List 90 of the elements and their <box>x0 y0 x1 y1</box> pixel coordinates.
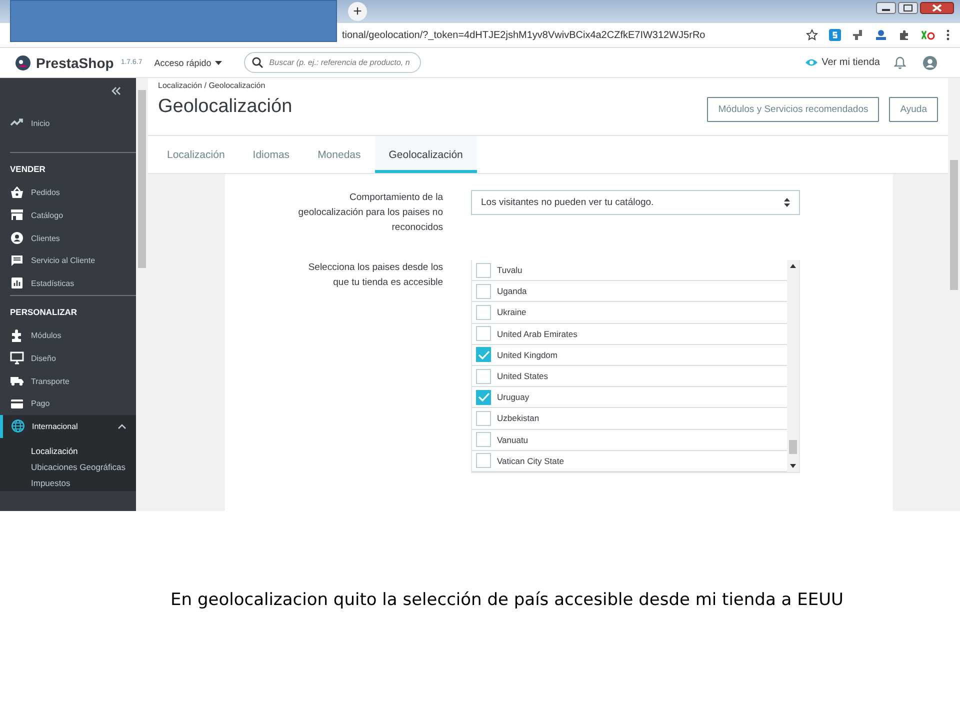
scrollbar-thumb[interactable] <box>138 90 146 268</box>
section-heading: VENDER <box>9 162 46 176</box>
tab[interactable]: Geolocalización <box>374 136 477 173</box>
tab[interactable]: Idiomas <box>238 136 304 173</box>
globe-icon[interactable] <box>11 419 25 434</box>
tab[interactable]: Monedas <box>304 136 375 173</box>
tab[interactable]: Localización <box>153 136 239 173</box>
chevron-icon[interactable] <box>118 424 126 429</box>
sort-caret-icon[interactable] <box>784 198 790 207</box>
bar-chart-icon[interactable] <box>10 276 24 290</box>
card-icon[interactable] <box>10 396 24 411</box>
nav-item[interactable]: Pedidos <box>0 182 136 204</box>
extension-icon[interactable] <box>875 29 887 41</box>
checkbox[interactable] <box>476 368 491 384</box>
url-text[interactable]: tional/geolocation/?_token=4dHTJE2jshM1yv8VwivBCix4a2CZfkE7IW312WJ5rRo <box>342 30 806 40</box>
field-label: Comportamiento de la geolocalización para los paises no reconocidos <box>297 191 443 235</box>
puzzle-icon[interactable] <box>898 29 910 41</box>
view-store-link[interactable]: Ver mi tienda <box>804 57 880 68</box>
submenu-item[interactable]: Localización <box>0 442 136 459</box>
checkbox[interactable] <box>476 304 491 320</box>
logo-text: PrestaShop <box>36 54 114 70</box>
checkbox[interactable] <box>476 347 491 362</box>
scrollbar[interactable] <box>787 260 799 472</box>
toolbar-button[interactable]: Ayuda <box>889 97 938 122</box>
toolbar-button[interactable]: Módulos y Servicios recomendados <box>707 97 880 122</box>
checkbox[interactable] <box>476 284 491 299</box>
section-heading: PERSONALIZAR <box>9 306 78 319</box>
scrollbar-thumb[interactable] <box>950 160 958 290</box>
country-option[interactable]: Vatican City State <box>472 450 787 472</box>
store-icon[interactable] <box>10 208 24 222</box>
puzzle-icon[interactable] <box>10 328 24 343</box>
close-icon[interactable] <box>920 2 954 14</box>
logo-icon[interactable] <box>15 54 31 70</box>
nav-item[interactable]: Diseño <box>0 347 136 370</box>
checkbox[interactable] <box>476 390 491 405</box>
caption-text: En geolocalizacion quito la selección de país accesible desde mi tienda a EEUU <box>170 590 844 612</box>
bell-icon[interactable] <box>894 56 906 69</box>
country-option[interactable]: Uruguay <box>472 387 787 408</box>
nav-item[interactable]: Pago <box>0 392 136 415</box>
maximize-icon[interactable] <box>898 2 918 14</box>
extension-icon[interactable] <box>852 29 864 41</box>
scrollbar[interactable] <box>948 78 960 511</box>
quick-access-menu[interactable]: Acceso rápido <box>152 56 224 70</box>
nav-item[interactable]: Inicio <box>0 112 136 135</box>
field-label: Selecciona los paises desde los que tu tienda es accesible <box>307 261 443 290</box>
nav-item[interactable]: Catálogo <box>0 204 136 227</box>
star-icon[interactable] <box>806 29 818 41</box>
submenu-item[interactable]: Ubicaciones Geográficas <box>0 458 136 475</box>
nav-item[interactable]: Internacional <box>0 414 136 438</box>
page-title: Geolocalización <box>158 96 292 118</box>
arrow-up-icon[interactable] <box>790 264 796 268</box>
truck-icon[interactable] <box>10 374 24 388</box>
behavior-select[interactable]: Los visitantes no pueden ver tu catálogo. <box>471 190 800 215</box>
collapse-icon[interactable] <box>111 87 121 95</box>
extension-icon[interactable] <box>829 29 841 41</box>
country-option[interactable]: Tuvalu <box>472 260 787 282</box>
nav-item[interactable]: Módulos <box>0 324 136 348</box>
search-field[interactable]: Buscar (p. ej.: referencia de producto, n <box>244 52 422 73</box>
checkbox[interactable] <box>476 453 491 468</box>
menu-icon[interactable] <box>946 29 950 41</box>
scrollbar[interactable] <box>136 78 148 511</box>
new-tab-button[interactable]: + <box>348 2 367 21</box>
checkbox[interactable] <box>476 432 491 448</box>
account-icon[interactable] <box>923 56 937 70</box>
nav-item[interactable]: Transporte <box>0 370 136 392</box>
minimize-icon[interactable] <box>876 2 896 14</box>
country-option[interactable]: Ukraine <box>472 302 787 324</box>
nav-item[interactable]: Servicio al Cliente <box>0 249 136 272</box>
breadcrumb[interactable]: Localización / Geolocalización <box>158 81 292 90</box>
country-option[interactable]: Uganda <box>472 281 787 302</box>
checkbox[interactable] <box>476 410 491 426</box>
nav-item[interactable]: Clientes <box>0 226 136 250</box>
caret-icon[interactable] <box>215 60 222 64</box>
basket-icon[interactable] <box>10 186 24 200</box>
checkbox[interactable] <box>476 262 491 278</box>
checkbox[interactable] <box>476 326 491 342</box>
country-option[interactable]: United States <box>472 366 787 388</box>
country-option[interactable]: United Kingdom <box>472 344 787 366</box>
country-option[interactable]: Vanuatu <box>472 430 787 451</box>
monitor-icon[interactable] <box>10 351 24 366</box>
arrow-down-icon[interactable] <box>790 464 796 468</box>
scrollbar-thumb[interactable] <box>789 440 797 454</box>
nav-item[interactable]: Estadísticas <box>0 272 136 295</box>
country-option[interactable]: Uzbekistan <box>472 408 787 430</box>
submenu-item[interactable]: Impuestos <box>0 474 136 491</box>
extension-icon[interactable] <box>921 29 935 41</box>
country-option[interactable]: United Arab Emirates <box>472 324 787 345</box>
search-icon[interactable] <box>252 57 264 68</box>
chat-icon[interactable] <box>10 254 24 268</box>
person-icon[interactable] <box>10 231 24 246</box>
